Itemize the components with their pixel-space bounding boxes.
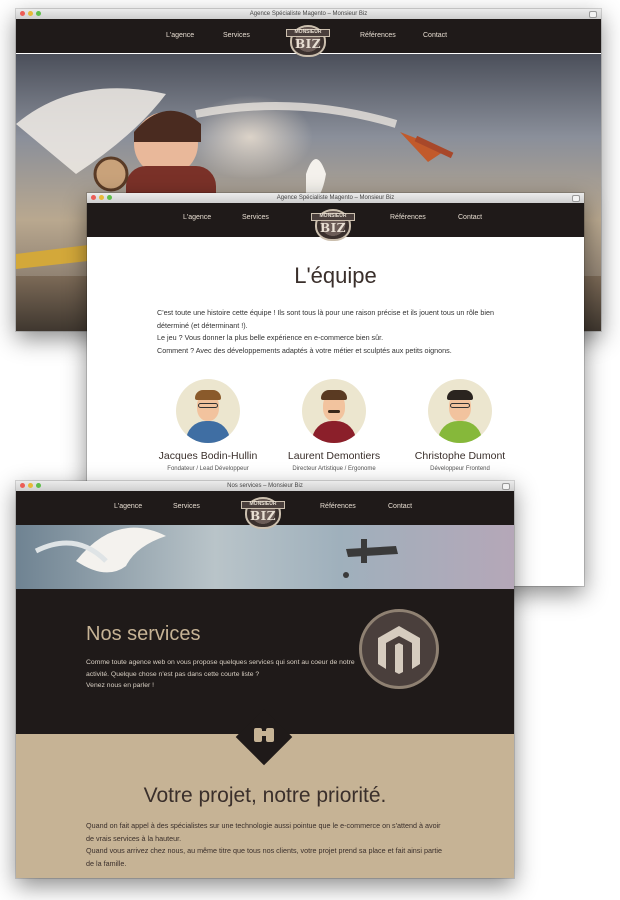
team-intro-paragraph: Comment ? Avec des développements adapté… (157, 345, 452, 355)
nav-services[interactable]: Services (173, 503, 200, 510)
services-paragraph: Comme toute agence web on vous propose q… (86, 659, 355, 678)
logo-top-text: MONSIEUR (249, 501, 277, 507)
nav-references[interactable]: Références (360, 32, 396, 39)
nav-services[interactable]: Services (223, 32, 250, 39)
services-intro: Comme toute agence web on vous propose q… (86, 657, 356, 692)
team-intro-paragraph: C'est toute une histoire cette équipe ! … (157, 308, 494, 330)
team-intro: C'est toute une histoire cette équipe ! … (157, 307, 514, 357)
monsieur-biz-logo[interactable]: MONSIEUR BIZ (241, 493, 285, 533)
member-name: Christophe Dumont (414, 450, 506, 462)
nav-agence[interactable]: L'agence (114, 503, 142, 510)
logo-top-text: MONSIEUR (294, 29, 322, 35)
magento-icon (359, 609, 439, 689)
nav-agence[interactable]: L'agence (166, 32, 194, 39)
services-heading: Nos services (86, 623, 201, 645)
binoculars-icon (252, 725, 276, 745)
window-title: Agence Spécialiste Magento – Monsieur Bi… (249, 11, 368, 17)
monsieur-biz-logo[interactable]: MONSIEUR BIZ (311, 205, 355, 245)
window-title: Agence Spécialiste Magento – Monsieur Bi… (276, 195, 395, 201)
nav-services[interactable]: Services (242, 214, 269, 221)
site-header: L'agence Services Références Contact MON… (16, 491, 514, 529)
monsieur-biz-logo[interactable]: MONSIEUR BIZ (286, 21, 330, 61)
nav-agence[interactable]: L'agence (183, 214, 211, 221)
logo-top-text: MONSIEUR (319, 213, 347, 219)
toolbar-toggle-button[interactable] (589, 11, 597, 18)
toolbar-toggle-button[interactable] (572, 195, 580, 202)
window-title: Nos services – Monsieur Biz (227, 483, 303, 489)
nav-contact[interactable]: Contact (423, 32, 447, 39)
project-paragraph: Quand vous arrivez chez nous, au même ti… (86, 846, 442, 868)
team-member-card[interactable]: Christophe Dumont Développeur Frontend (405, 379, 515, 472)
avatar (428, 379, 492, 443)
member-name: Laurent Demontiers (287, 450, 381, 462)
nav-contact[interactable]: Contact (458, 214, 482, 221)
project-intro: Quand on fait appel à des spécialistes s… (86, 820, 444, 870)
team-member-card[interactable]: Laurent Demontiers Directeur Artistique … (279, 379, 389, 472)
nav-references[interactable]: Références (320, 503, 356, 510)
toolbar-toggle-button[interactable] (502, 483, 510, 490)
member-role: Directeur Artistique / Ergonome (292, 466, 376, 472)
member-role: Développeur Frontend (430, 466, 490, 472)
avatar (176, 379, 240, 443)
browser-window-services: Nos services – Monsieur Biz L'agence Ser… (16, 481, 514, 878)
avatar (302, 379, 366, 443)
logo-word: BIZ (294, 37, 321, 51)
member-name: Jacques Bodin-Hullin (158, 450, 258, 462)
team-intro-paragraph: Le jeu ? Vous donner la plus belle expér… (157, 333, 384, 342)
logo-word: BIZ (249, 509, 276, 523)
nav-references[interactable]: Références (390, 214, 426, 221)
member-role: Fondateur / Lead Développeur (167, 466, 249, 472)
logo-word: BIZ (319, 221, 346, 235)
team-member-card[interactable]: Jacques Bodin-Hullin Fondateur / Lead Dé… (153, 379, 263, 472)
site-header: L'agence Services Références Contact MON… (87, 203, 584, 241)
project-paragraph: Quand on fait appel à des spécialistes s… (86, 821, 441, 843)
site-header: L'agence Services Références Contact MON… (16, 19, 601, 57)
nav-contact[interactable]: Contact (388, 503, 412, 510)
project-heading: Votre projet, notre priorité. (143, 784, 387, 807)
team-heading: L'équipe (294, 263, 377, 288)
services-paragraph: Venez nous en parler ! (86, 682, 155, 689)
